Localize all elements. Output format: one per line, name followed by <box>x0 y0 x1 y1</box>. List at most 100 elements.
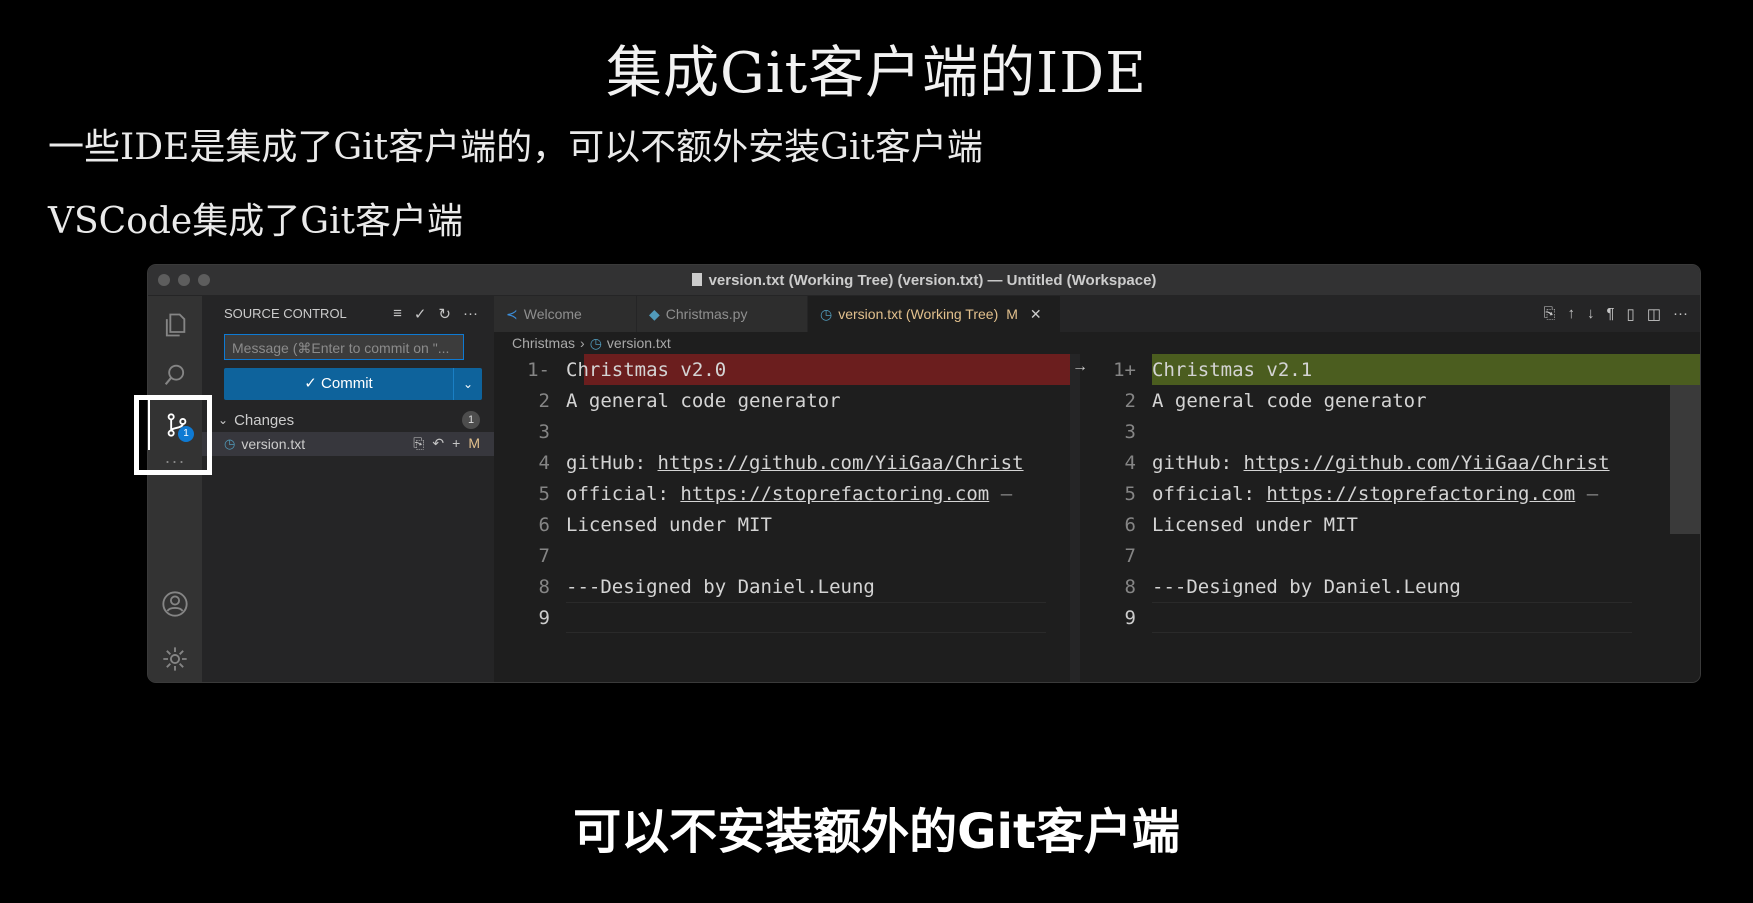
file-type-icon: ◷ <box>224 436 236 451</box>
code-text: ---Designed by Daniel.Leung <box>1152 575 1461 598</box>
changes-label: Changes <box>234 411 295 429</box>
vscode-logo-icon: ≺ <box>506 305 518 322</box>
slide-title: 集成Git客户端的IDE <box>605 41 1148 106</box>
search-icon <box>164 364 185 386</box>
line-number: 7 <box>1124 544 1136 567</box>
code-line[interactable]: 7 <box>494 540 1070 571</box>
code-text: A general code generator <box>1152 389 1427 412</box>
changed-file-item[interactable]: ◷ version.txt ⎘ ↶ + M <box>202 432 494 456</box>
line-number: 5 <box>538 482 550 505</box>
breadcrumb-file[interactable]: version.txt <box>607 335 671 351</box>
panel-actions: ≡ ✓ ↻ ··· <box>393 305 478 323</box>
commit-button[interactable]: ✓ Commit <box>224 368 453 400</box>
discard-changes-icon[interactable]: ↶ <box>432 435 444 452</box>
code-link[interactable]: https://github.com/YiiGaa/Christ <box>1244 452 1610 474</box>
code-text: Licensed under MIT <box>566 513 772 536</box>
code-line[interactable]: 9 <box>1080 602 1700 633</box>
code-prefix: official: <box>566 482 681 505</box>
bullet-2: VSCode集成了Git客户端 <box>48 201 463 242</box>
line-number: 2 <box>538 389 550 412</box>
line-number: 1- <box>527 358 550 381</box>
tab-label: Christmas.py <box>665 306 748 322</box>
panel-title: SOURCE CONTROL <box>224 305 347 321</box>
code-line[interactable]: 6 Licensed under MIT <box>494 509 1070 540</box>
inline-view-icon[interactable]: ▯ <box>1627 305 1635 323</box>
line-number: 9 <box>538 606 550 629</box>
changed-file-name: version.txt <box>241 436 306 452</box>
commit-message-input[interactable]: Message (⌘Enter to commit on "... <box>224 334 464 360</box>
tab-christmas-py[interactable]: ◆ Christmas.py <box>637 296 808 332</box>
whitespace-icon[interactable]: ¶ <box>1606 305 1614 323</box>
code-link[interactable]: https://stoprefactoring.com <box>680 483 989 505</box>
file-status-badge: M <box>468 435 480 451</box>
python-file-icon: ◆ <box>649 305 660 322</box>
commit-check-icon[interactable]: ✓ <box>414 305 427 323</box>
more-actions-icon[interactable]: ··· <box>1673 305 1688 323</box>
diff-modified-pane[interactable]: 1+ Christmas v2.1 2 A general code generato… <box>1080 354 1700 682</box>
code-line[interactable]: 3 <box>1080 416 1700 447</box>
code-line[interactable]: 3 <box>494 416 1070 447</box>
code-text <box>566 602 1046 633</box>
editor-tabs: ≺ Welcome ◆ Christmas.py ◷ version.txt (Wor… <box>494 296 1700 332</box>
code-line[interactable]: 4 gitHub: https://github.com/YiiGaa/Chris… <box>494 447 1070 478</box>
line-number: 6 <box>538 513 550 536</box>
code-text: Christmas v2.0 <box>566 358 727 381</box>
line-number: 9 <box>1124 606 1136 629</box>
open-file-icon[interactable]: ⎘ <box>413 435 424 452</box>
code-line[interactable]: 5 official: https://stoprefactoring.com — <box>494 478 1070 509</box>
code-link[interactable]: https://github.com/YiiGaa/Christ <box>658 452 1024 474</box>
code-line[interactable]: 8 ---Designed by Daniel.Leung <box>494 571 1070 602</box>
settings-button[interactable] <box>148 636 202 682</box>
code-line[interactable]: 2 A general code generator <box>1080 385 1700 416</box>
breadcrumb-folder[interactable]: Christmas <box>512 335 575 351</box>
changes-group[interactable]: ⌄ Changes 1 <box>202 408 494 432</box>
code-line[interactable]: 1+ Christmas v2.1 <box>1080 354 1700 385</box>
code-suffix: — <box>1575 482 1599 505</box>
line-number: 5 <box>1124 482 1136 505</box>
split-editor-icon[interactable]: ◫ <box>1647 305 1661 323</box>
code-text <box>1152 602 1632 633</box>
window-title: version.txt (Working Tree) (version.txt)… <box>148 272 1700 289</box>
diff-file-icon: ◷ <box>820 305 833 322</box>
code-text: gitHub: https://github.com/YiiGaa/Christ <box>1152 452 1610 474</box>
line-number: 7 <box>538 544 550 567</box>
title-bar: version.txt (Working Tree) (version.txt)… <box>148 265 1700 296</box>
view-as-list-icon[interactable]: ≡ <box>393 305 402 323</box>
line-number: 4 <box>538 451 550 474</box>
stage-changes-icon[interactable]: + <box>452 435 460 452</box>
line-number: 4 <box>1124 451 1136 474</box>
code-line[interactable]: 9 <box>494 602 1070 633</box>
diff-original-pane[interactable]: 1- Christmas v2.0 2 A general code generato… <box>494 354 1070 682</box>
code-line[interactable]: 6 Licensed under MIT <box>1080 509 1700 540</box>
chevron-down-icon: ⌄ <box>218 413 229 427</box>
code-prefix: official: <box>1152 482 1267 505</box>
code-line[interactable]: 8 ---Designed by Daniel.Leung <box>1080 571 1700 602</box>
code-line[interactable]: 2 A general code generator <box>494 385 1070 416</box>
code-line[interactable]: 7 <box>1080 540 1700 571</box>
explorer-button[interactable] <box>148 302 202 348</box>
file-actions: ⎘ ↶ + M <box>413 435 480 452</box>
tab-version-txt[interactable]: ◷ version.txt (Working Tree) M ✕ <box>808 296 1061 332</box>
next-change-icon[interactable]: ↓ <box>1587 305 1595 323</box>
refresh-icon[interactable]: ↻ <box>438 305 451 323</box>
diff-divider[interactable] <box>1070 354 1080 682</box>
accounts-button[interactable] <box>148 581 202 627</box>
code-line[interactable]: 1- Christmas v2.0 <box>494 354 1070 385</box>
code-line[interactable]: 5 official: https://stoprefactoring.com — <box>1080 478 1700 509</box>
tab-welcome[interactable]: ≺ Welcome <box>494 296 637 332</box>
open-file-icon[interactable]: ⎘ <box>1543 305 1555 323</box>
search-button[interactable] <box>148 352 202 398</box>
editor-area: ≺ Welcome ◆ Christmas.py ◷ version.txt (Wor… <box>494 296 1700 682</box>
code-link[interactable]: https://stoprefactoring.com <box>1266 483 1575 505</box>
close-icon[interactable]: ✕ <box>1030 306 1042 323</box>
previous-change-icon[interactable]: ↑ <box>1567 305 1575 323</box>
code-prefix: gitHub: <box>566 451 658 474</box>
code-line[interactable]: 4 gitHub: https://github.com/YiiGaa/Chris… <box>1080 447 1700 478</box>
tab-label: version.txt (Working Tree) <box>838 306 999 322</box>
commit-dropdown-button[interactable]: ⌄ <box>453 368 482 400</box>
video-subtitle: 可以不安装额外的Git客户端 <box>573 804 1180 860</box>
bullet-1: 一些IDE是集成了Git客户端的，可以不额外安装Git客户端 <box>48 127 983 168</box>
chevron-down-icon: ⌄ <box>462 377 474 391</box>
more-actions-icon[interactable]: ··· <box>463 305 478 323</box>
changes-count-badge: 1 <box>462 411 480 429</box>
